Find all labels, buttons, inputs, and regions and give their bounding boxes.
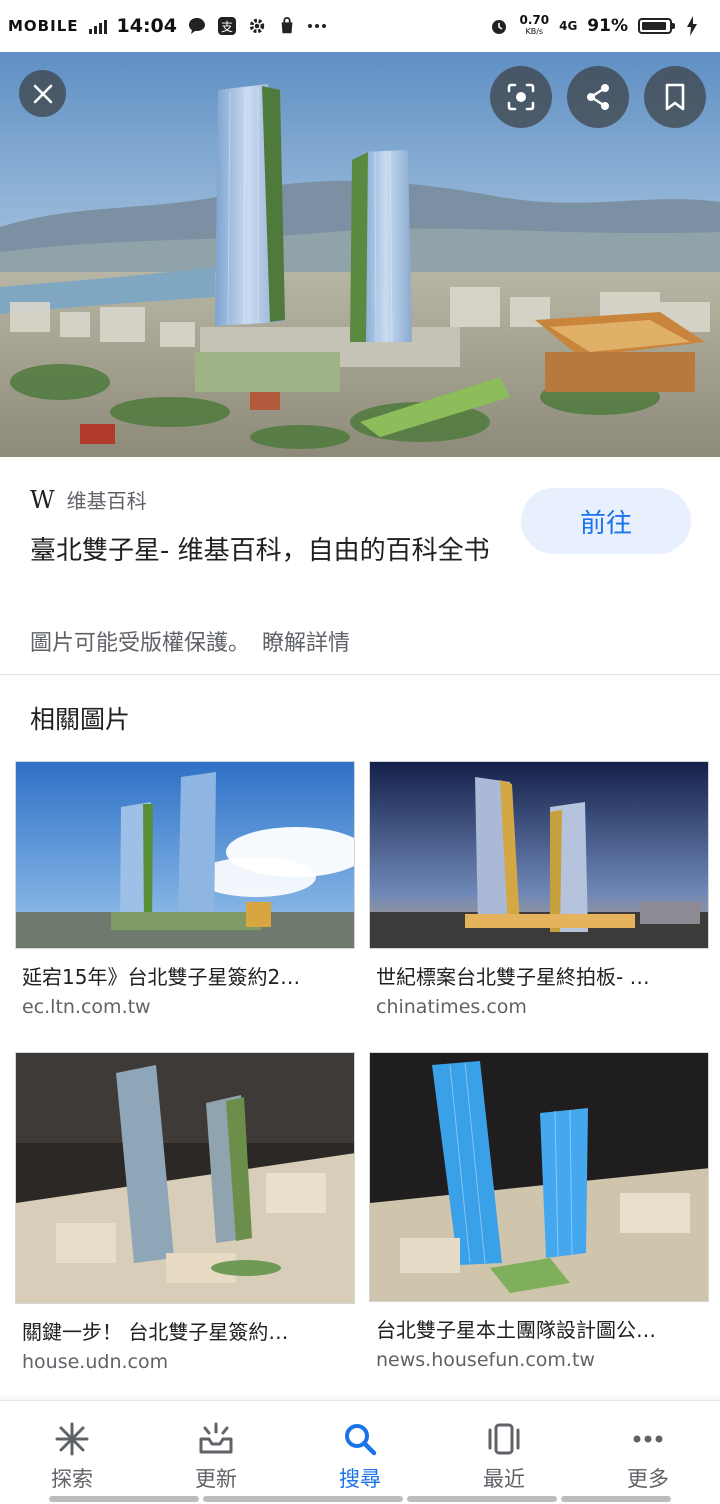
bookmark-icon xyxy=(665,83,685,111)
related-image-domain: house.udn.com xyxy=(22,1351,169,1373)
svg-text:支: 支 xyxy=(221,20,233,34)
related-image-domain: ec.ltn.com.tw xyxy=(22,996,151,1018)
related-image-card[interactable]: 台北雙子星本土團隊設計圖公… news.housefun.com.tw xyxy=(369,1052,709,1371)
clock: 14:04 xyxy=(116,15,177,37)
recent-icon xyxy=(484,1419,524,1459)
close-button[interactable] xyxy=(19,70,66,117)
result-title[interactable]: 臺北雙子星- 维基百科，自由的百科全书 xyxy=(30,531,510,571)
nav-item-discover[interactable]: 探索 xyxy=(0,1401,144,1504)
battery-fill xyxy=(642,22,666,30)
close-icon xyxy=(33,84,52,103)
shopping-bag-icon xyxy=(277,16,297,36)
signal-icon xyxy=(88,18,107,34)
bookmark-button[interactable] xyxy=(644,66,706,128)
battery-percent: 91% xyxy=(587,16,628,36)
related-image-title: 世紀標案台北雙子星終拍板- … xyxy=(376,965,650,989)
updates-icon xyxy=(196,1419,236,1459)
carrier-label: MOBILE xyxy=(8,17,79,35)
related-image-title: 台北雙子星本土團隊設計圖公… xyxy=(376,1318,656,1342)
more-icon xyxy=(628,1419,668,1459)
search-icon xyxy=(340,1419,380,1459)
status-bar: MOBILE 14:04 支 0.70 KB/s 4G 91% xyxy=(0,0,720,52)
thumbnail-illustration-2 xyxy=(370,762,708,948)
app-notification-icon: 支 xyxy=(217,16,237,36)
share-button[interactable] xyxy=(567,66,629,128)
thumbnail-illustration-3 xyxy=(16,1053,354,1303)
network-type: 4G xyxy=(559,19,578,33)
visit-button[interactable]: 前往 xyxy=(521,488,691,554)
related-image-card[interactable]: 關鍵一步！ 台北雙子星簽約… house.udn.com xyxy=(15,1052,355,1373)
network-speed-unit: KB/s xyxy=(525,27,544,36)
nav-item-search[interactable]: 搜尋 xyxy=(288,1401,432,1504)
related-images-heading: 相關圖片 xyxy=(30,705,131,734)
copyright-notice: 圖片可能受版權保護。 瞭解詳情 xyxy=(30,625,350,657)
related-image-domain: chinatimes.com xyxy=(376,996,527,1018)
status-left: MOBILE 14:04 支 xyxy=(8,15,327,37)
nav-label: 更多 xyxy=(627,1467,669,1491)
settings-icon xyxy=(247,16,267,36)
lens-icon xyxy=(507,83,535,111)
thumbnail-illustration-1 xyxy=(16,762,354,948)
related-image-thumbnail[interactable] xyxy=(15,761,355,949)
lens-button[interactable] xyxy=(490,66,552,128)
hero-image[interactable] xyxy=(0,52,720,457)
share-icon xyxy=(587,84,609,110)
thumbnail-illustration-4 xyxy=(370,1053,708,1301)
copyright-text: 圖片可能受版權保護。 xyxy=(30,631,251,656)
battery-icon xyxy=(638,18,675,34)
related-image-thumbnail[interactable] xyxy=(369,761,709,949)
related-image-thumbnail[interactable] xyxy=(369,1052,709,1302)
network-speed: 0.70 KB/s xyxy=(519,13,550,37)
related-image-card[interactable]: 延宕15年》台北雙子星簽約2… ec.ltn.com.tw xyxy=(15,761,355,1018)
learn-more-link[interactable]: 瞭解詳情 xyxy=(262,625,350,657)
charging-icon xyxy=(682,16,702,36)
home-indicator xyxy=(0,1496,720,1504)
nav-item-more[interactable]: 更多 xyxy=(576,1401,720,1504)
nav-item-updates[interactable]: 更新 xyxy=(144,1401,288,1504)
alarm-icon xyxy=(489,16,509,36)
network-speed-value: 0.70 xyxy=(519,13,550,27)
source-row[interactable]: W 维基百科 xyxy=(30,485,147,514)
related-image-title: 延宕15年》台北雙子星簽約2… xyxy=(22,965,301,989)
status-right: 0.70 KB/s 4G 91% xyxy=(489,13,702,37)
source-name: 维基百科 xyxy=(66,489,147,513)
more-notifications-icon xyxy=(307,16,327,36)
nav-item-recent[interactable]: 最近 xyxy=(432,1401,576,1504)
message-icon xyxy=(187,16,207,36)
related-image-domain: news.housefun.com.tw xyxy=(376,1349,595,1371)
related-image-thumbnail[interactable] xyxy=(15,1052,355,1304)
related-image-title: 關鍵一步！ 台北雙子星簽約… xyxy=(22,1320,289,1344)
nav-label: 更新 xyxy=(195,1467,237,1491)
nav-label: 最近 xyxy=(483,1467,525,1491)
nav-label: 搜尋 xyxy=(339,1467,381,1491)
result-info-panel: W 维基百科 臺北雙子星- 维基百科，自由的百科全书 前往 圖片可能受版權保護。… xyxy=(0,457,720,675)
related-image-card[interactable]: 世紀標案台北雙子星終拍板- … chinatimes.com xyxy=(369,761,709,1018)
bottom-navigation: 探索 更新 搜尋 最近 更多 xyxy=(0,1400,720,1504)
asterisk-icon xyxy=(52,1419,92,1459)
nav-label: 探索 xyxy=(51,1467,93,1491)
wikipedia-logo-icon: W xyxy=(30,485,55,514)
